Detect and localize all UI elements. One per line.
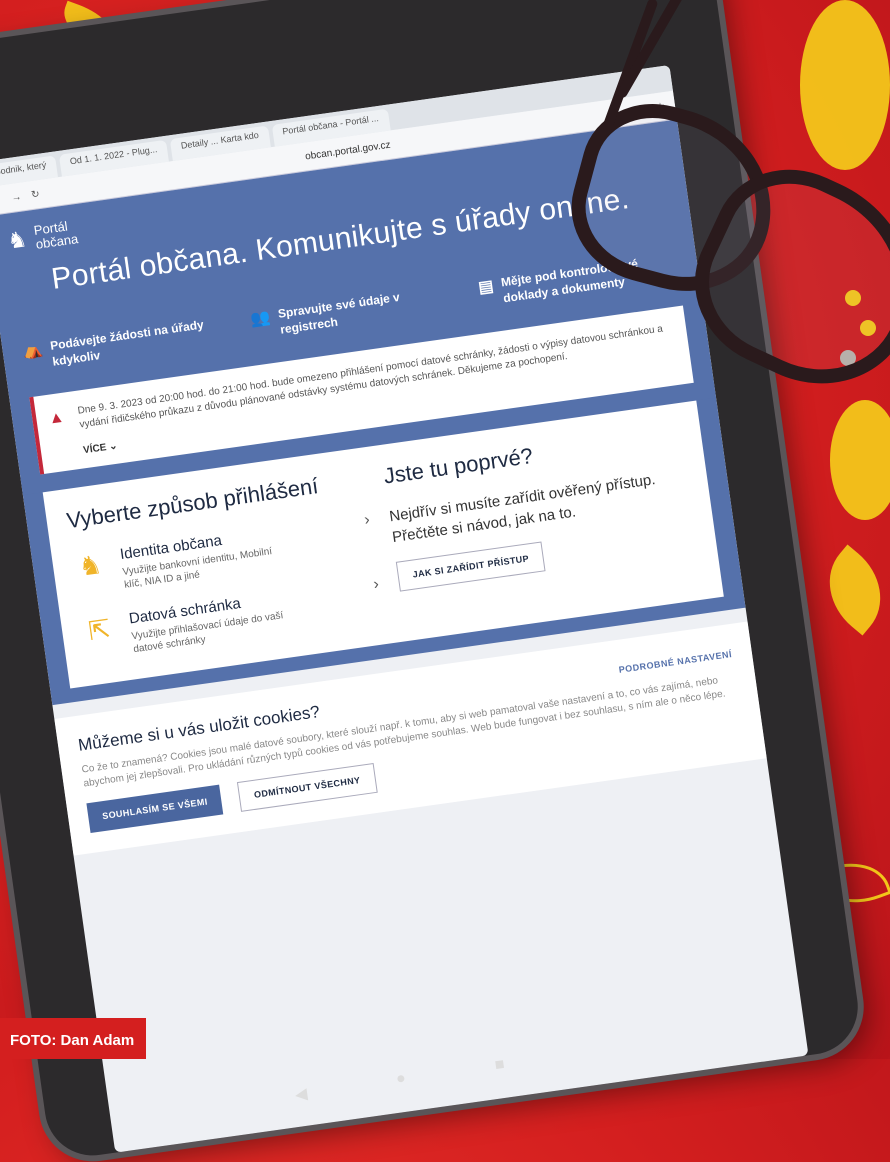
setup-access-button[interactable]: JAK SI ZAŘÍDIT PŘÍSTUP — [395, 541, 546, 592]
home-nav-icon[interactable]: ● — [395, 1070, 407, 1091]
cookie-settings-link[interactable]: PODROBNÉ NASTAVENÍ — [618, 649, 732, 675]
document-icon: ▤ — [477, 277, 495, 297]
reload-icon[interactable]: ↻ — [30, 188, 40, 200]
login-methods: Vyberte způsob přihlášení ♞ Identita obč… — [65, 466, 384, 664]
accept-all-button[interactable]: SOUHLASÍM SE VŠEMI — [86, 784, 224, 833]
people-icon: 👥 — [249, 309, 272, 329]
lion-icon: ♞ — [5, 226, 29, 254]
logo-text: Portál občana — [32, 218, 80, 253]
forward-icon[interactable]: → — [11, 191, 22, 203]
leaf — [830, 400, 890, 520]
feature-label: Spravujte své údaje v registrech — [277, 289, 401, 337]
photo-credit: FOTO: Dan Adam — [0, 1018, 147, 1059]
first-time-section: Jste tu poprvé? Nejdřív si musíte zařídi… — [382, 421, 701, 619]
back-nav-icon[interactable]: ◀ — [294, 1084, 309, 1106]
tent-icon: ⛺ — [21, 341, 44, 361]
lion-icon: ♞ — [76, 548, 104, 582]
reject-all-button[interactable]: ODMÍTNOUT VŠECHNY — [237, 762, 378, 812]
leaf — [800, 0, 890, 170]
chevron-right-icon: › — [372, 575, 380, 593]
arrows-icon: ⇱ — [86, 613, 113, 646]
back-icon[interactable]: ← — [0, 194, 2, 206]
warning-icon: ▲ — [47, 409, 66, 429]
leaf — [808, 544, 890, 636]
feature-item: 👥 Spravujte své údaje v registrech — [249, 283, 451, 342]
feature-label: Podávejte žádosti na úřady kdykoliv — [49, 317, 205, 369]
feature-item: ⛺ Podávejte žádosti na úřady kdykoliv — [22, 315, 224, 374]
chevron-down-icon: ⌄ — [108, 440, 119, 453]
chevron-right-icon: › — [363, 511, 371, 529]
